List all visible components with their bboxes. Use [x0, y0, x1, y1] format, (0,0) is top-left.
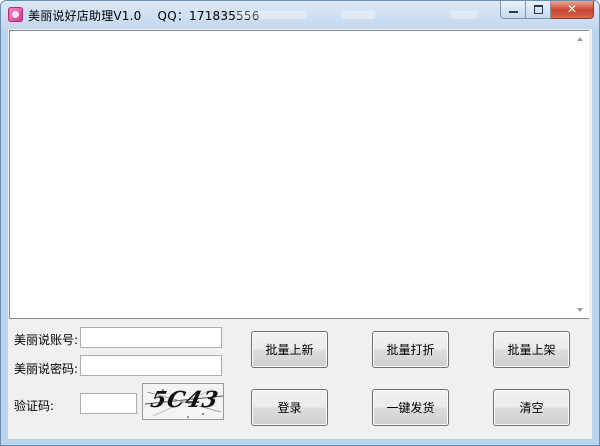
- main-window: 美丽说好店助理V1.0 QQ：171835556 ✕ 美丽说账号: 美丽说密码:…: [0, 0, 600, 446]
- close-button[interactable]: ✕: [551, 1, 594, 19]
- account-input[interactable]: [80, 327, 222, 348]
- scroll-up-arrow-icon[interactable]: [577, 37, 583, 41]
- maximize-icon: [534, 5, 543, 14]
- title-bar[interactable]: 美丽说好店助理V1.0 QQ：171835556 ✕: [1, 1, 599, 29]
- batch-discount-button[interactable]: 批量打折: [372, 331, 449, 368]
- client-area: 美丽说账号: 美丽说密码: 验证码: 5C43 批量上新 批量打折 批量上架 登…: [8, 29, 592, 439]
- titlebar-background-blur: [237, 11, 307, 19]
- scroll-down-arrow-icon[interactable]: [577, 308, 583, 312]
- captcha-image[interactable]: 5C43: [142, 383, 224, 420]
- vertical-scrollbar[interactable]: [572, 31, 589, 318]
- batch-shelve-button[interactable]: 批量上架: [493, 331, 570, 368]
- password-input[interactable]: [80, 355, 222, 376]
- captcha-input[interactable]: [80, 393, 137, 414]
- titlebar-background-blur: [341, 11, 375, 19]
- app-icon: [8, 7, 23, 22]
- batch-new-button[interactable]: 批量上新: [251, 331, 328, 368]
- password-label: 美丽说密码:: [14, 362, 79, 376]
- minimize-icon: [509, 11, 518, 13]
- output-log-textbox[interactable]: [9, 30, 589, 319]
- captcha-label: 验证码:: [14, 399, 55, 413]
- one-click-ship-button[interactable]: 一键发货: [372, 389, 449, 426]
- titlebar-background-blur: [451, 11, 477, 19]
- maximize-button[interactable]: [526, 1, 551, 19]
- window-controls: ✕: [500, 1, 594, 19]
- clear-button[interactable]: 清空: [493, 389, 570, 426]
- minimize-button[interactable]: [500, 1, 526, 19]
- window-title: 美丽说好店助理V1.0 QQ：171835556: [28, 9, 260, 23]
- captcha-text: 5C43: [148, 387, 222, 413]
- close-icon: ✕: [566, 2, 578, 16]
- login-button[interactable]: 登录: [251, 389, 328, 426]
- account-label: 美丽说账号:: [14, 333, 79, 347]
